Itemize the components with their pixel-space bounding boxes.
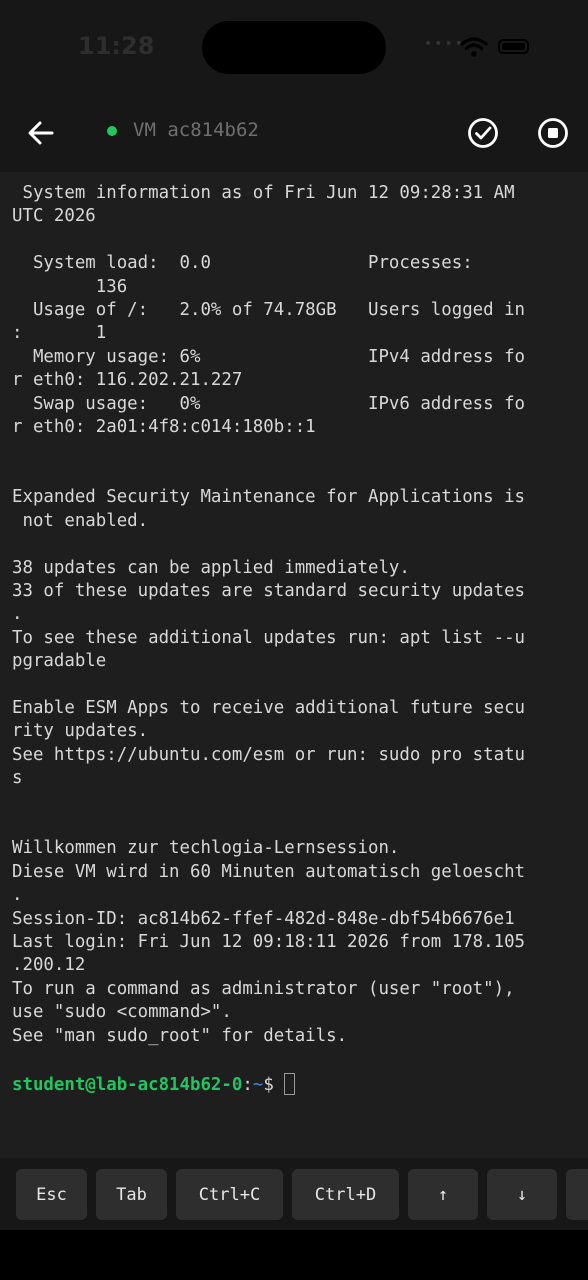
status-bar: 11:28 ••••	[0, 0, 588, 100]
vm-status-indicator	[107, 126, 117, 136]
vm-title: VM ac814b62	[133, 119, 259, 141]
check-circle-icon[interactable]	[466, 116, 500, 150]
terminal-output: System information as of Fri Jun 12 09:2…	[12, 183, 526, 1046]
arrow-left-icon[interactable]	[26, 118, 56, 148]
signal-icon: ••••	[424, 36, 466, 52]
wifi-icon	[460, 37, 488, 57]
ctrl-d-key-button[interactable]: Ctrl+D	[292, 1169, 399, 1220]
key-toolbar: Esc Tab Ctrl+C Ctrl+D ↑ ↓	[0, 1158, 588, 1230]
stop-circle-icon[interactable]	[536, 116, 570, 150]
tab-key-button[interactable]: Tab	[96, 1169, 167, 1220]
home-indicator-area	[0, 1230, 588, 1280]
ctrl-c-key-button[interactable]: Ctrl+C	[176, 1169, 283, 1220]
terminal-prompt[interactable]: student@lab-ac814b62-0:~$	[12, 1073, 295, 1099]
arrow-up-key-button[interactable]: ↑	[408, 1169, 478, 1220]
prompt-colon: :	[242, 1075, 253, 1095]
esc-key-button[interactable]: Esc	[16, 1169, 87, 1220]
prompt-user-host: student@lab-ac814b62-0	[12, 1075, 243, 1095]
terminal-cursor	[283, 1073, 295, 1095]
prompt-path: ~	[252, 1075, 264, 1095]
dynamic-island	[202, 21, 386, 74]
prompt-symbol: $	[263, 1075, 274, 1095]
more-key-button[interactable]	[566, 1169, 588, 1220]
status-time: 11:28	[78, 32, 155, 60]
arrow-down-key-button[interactable]: ↓	[487, 1169, 557, 1220]
battery-icon	[498, 39, 529, 54]
app-header: VM ac814b62	[0, 100, 588, 172]
